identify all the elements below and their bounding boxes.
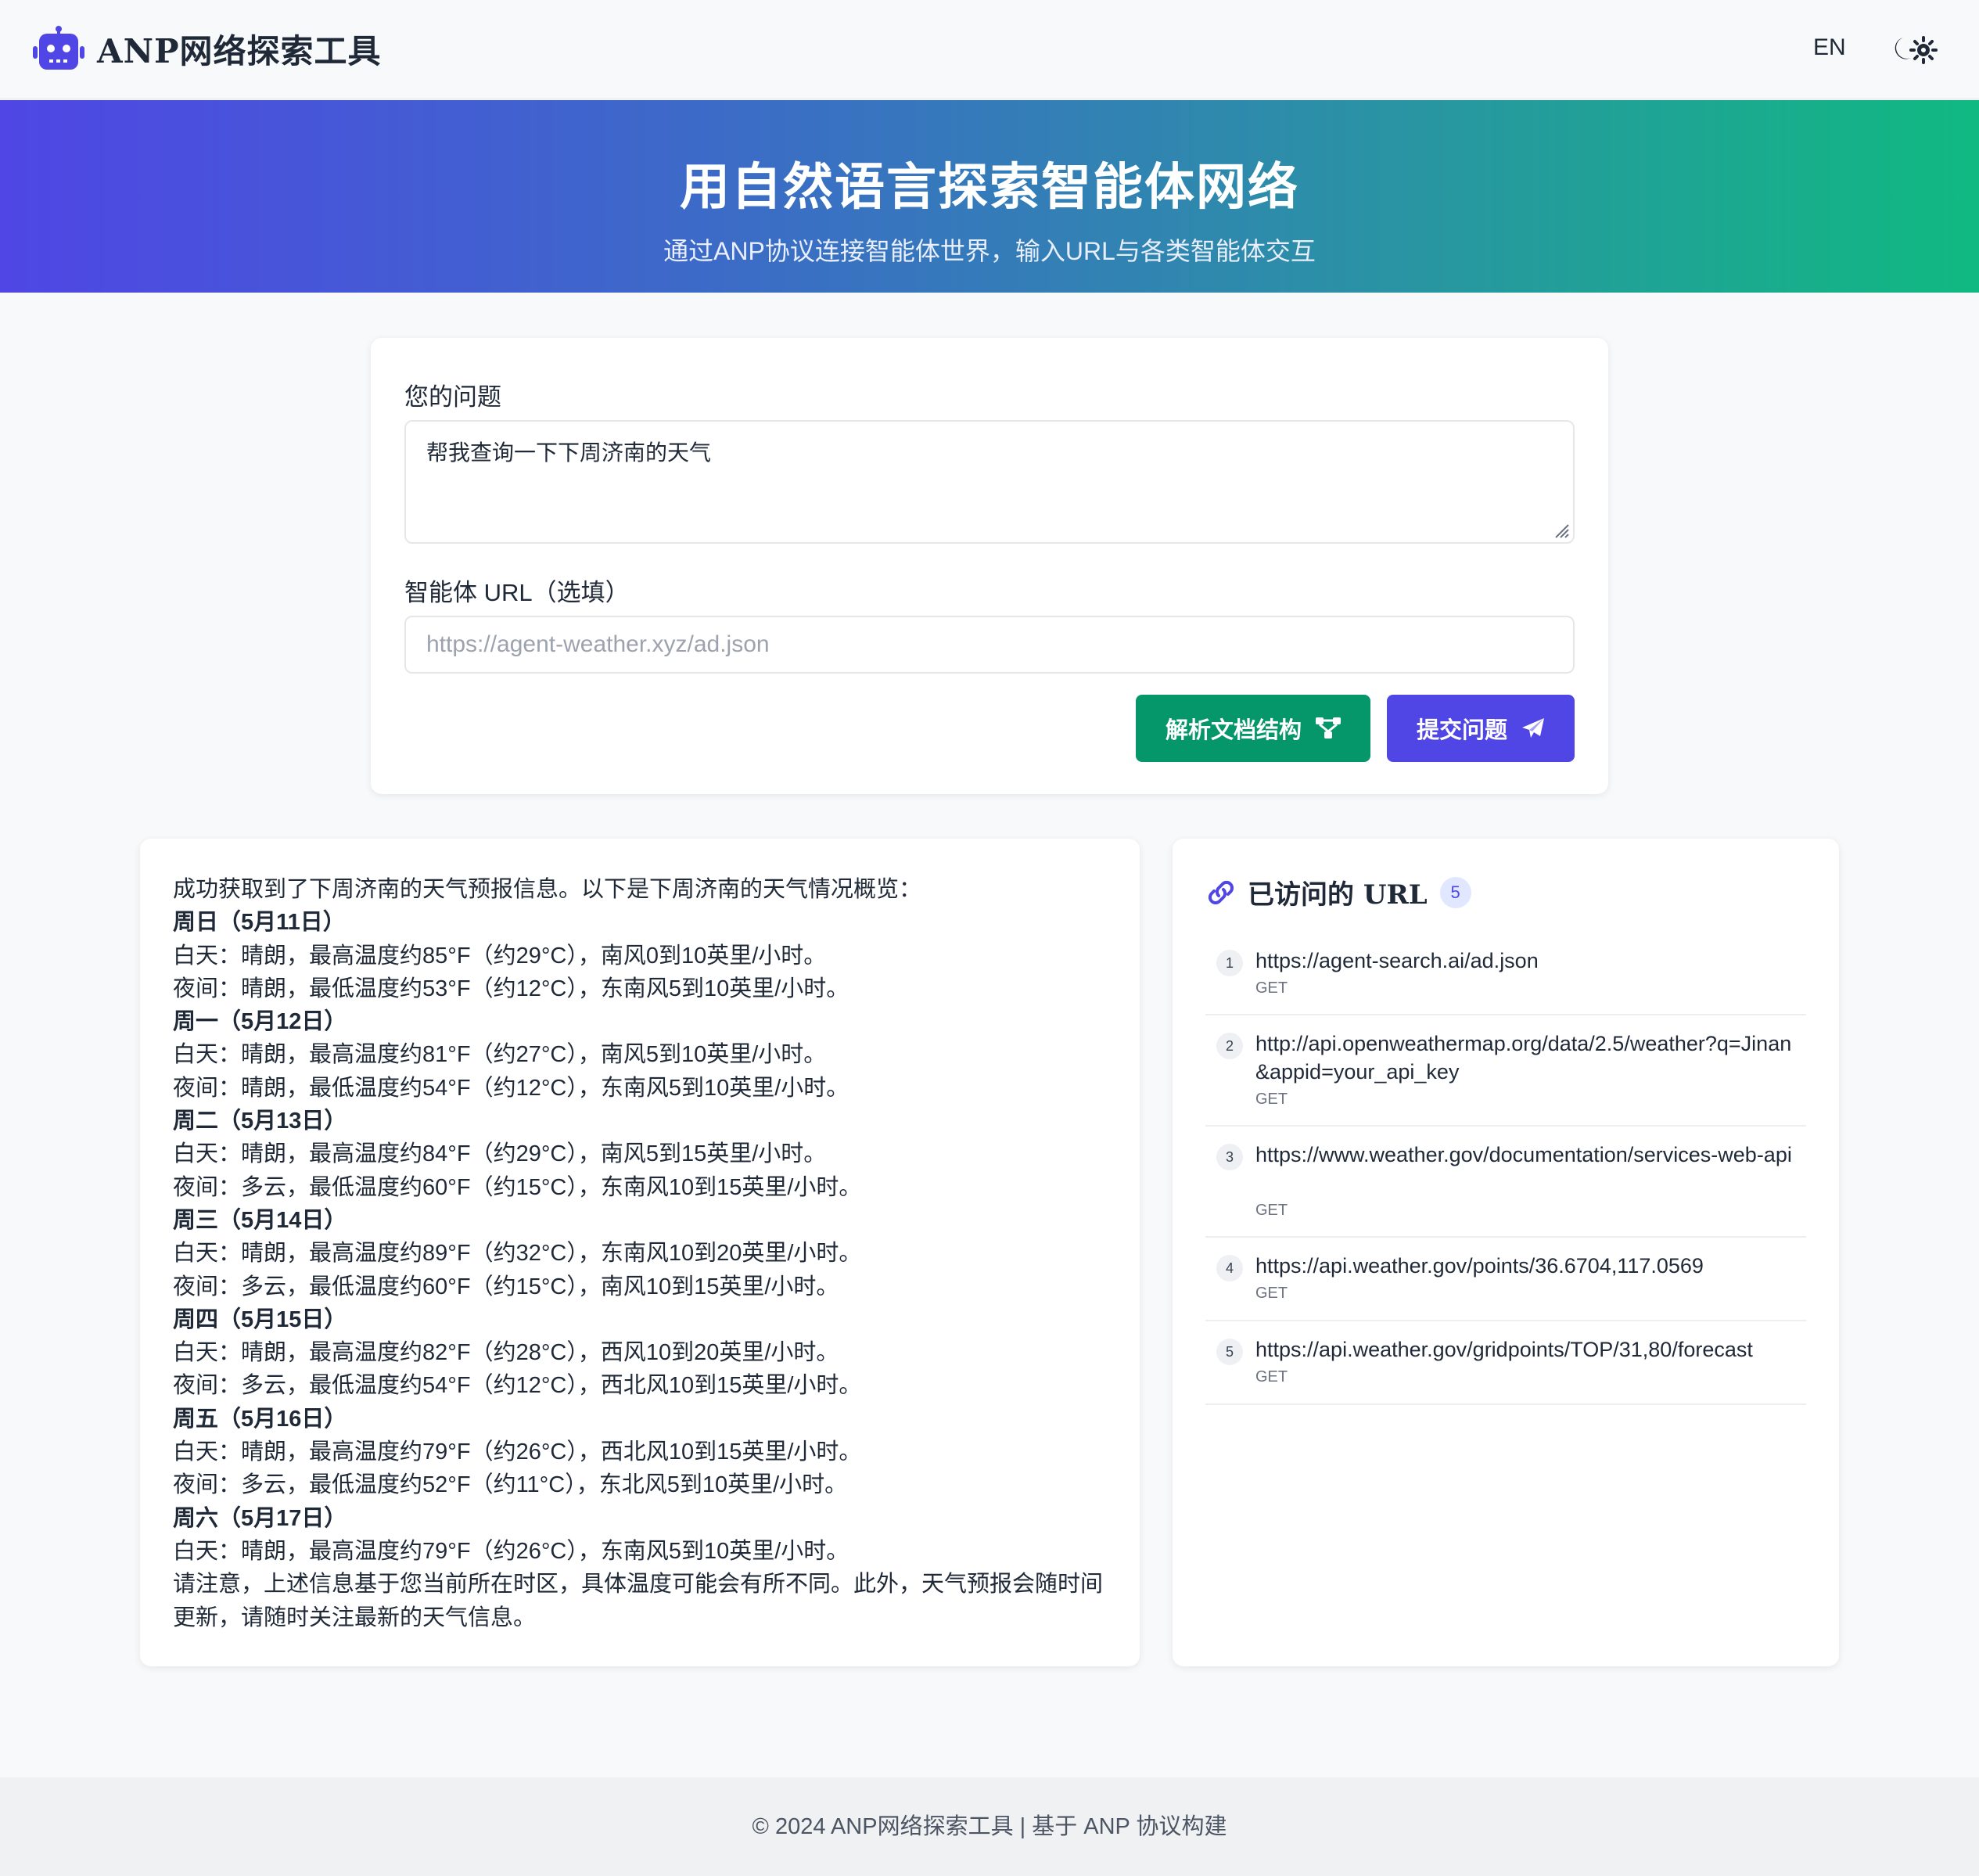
http-method: GET: [1255, 979, 1288, 997]
url-index-badge: 5: [1216, 1339, 1243, 1365]
answer-card: 成功获取到了下周济南的天气预报信息。以下是下周济南的天气情况概览： 周日（5月1…: [140, 839, 1140, 1666]
answer-line: 白天：晴朗，最高温度约85°F（约29°C），南风0到10英里/小时。: [173, 943, 827, 969]
answer-line: 夜间：多云，最低温度约60°F（约15°C），东南风10到15英里/小时。: [173, 1174, 862, 1200]
answer-line: 成功获取到了下周济南的天气预报信息。以下是下周济南的天气情况概览：: [173, 877, 922, 902]
visited-urls-title: 已访问的 URL: [1248, 879, 1428, 911]
visited-url-link[interactable]: http://api.openweathermap.org/data/2.5/w…: [1255, 1030, 1803, 1086]
language-toggle-button[interactable]: EN: [1813, 34, 1846, 61]
visited-urls-count-badge: 5: [1439, 876, 1471, 908]
brand[interactable]: ANP网络探索工具: [31, 25, 382, 73]
http-method: GET: [1255, 1091, 1288, 1108]
question-text: 帮我查询一下下周济南的天气: [426, 440, 712, 465]
hero-title: 用自然语言探索智能体网络: [680, 158, 1299, 217]
theme-toggle-button[interactable]: [1887, 34, 1938, 66]
answer-line: 白天：晴朗，最高温度约79°F（约26°C），西北风10到15英里/小时。: [173, 1439, 862, 1465]
answer-day-heading: 周日（5月11日）: [173, 910, 346, 936]
moon-sun-icon: [1895, 36, 1938, 64]
hero-subtitle: 通过ANP协议连接智能体世界，输入URL与各类智能体交互: [663, 237, 1316, 265]
agent-url-input[interactable]: https://agent-weather.xyz/ad.json: [404, 616, 1575, 674]
url-index-badge: 2: [1216, 1033, 1243, 1059]
answer-line: 白天：晴朗，最高温度约79°F（约26°C），东南风5到10英里/小时。: [173, 1538, 849, 1564]
sitemap-icon: [1316, 717, 1341, 739]
answer-line: 夜间：多云，最低温度约60°F（约15°C），南风10到15英里/小时。: [173, 1274, 839, 1299]
answer-day-heading: 周三（5月14日）: [173, 1207, 347, 1233]
visited-url-item[interactable]: 4 https://api.weather.gov/points/36.6704…: [1205, 1238, 1806, 1321]
answer-line: 白天：晴朗，最高温度约82°F（约28°C），西风10到20英里/小时。: [173, 1340, 839, 1366]
submit-question-button[interactable]: 提交问题: [1387, 695, 1575, 762]
answer-line: 夜间：晴朗，最低温度约54°F（约12°C），东南风5到10英里/小时。: [173, 1075, 849, 1101]
answer-day-heading: 周一（5月12日）: [173, 1009, 347, 1035]
app-title: ANP网络探索工具: [97, 32, 382, 70]
http-method: GET: [1255, 1285, 1288, 1302]
answer-day-heading: 周六（5月17日）: [173, 1505, 347, 1531]
footer: © 2024 ANP网络探索工具 | 基于 ANP 协议构建: [0, 1777, 1979, 1876]
url-index-badge: 1: [1216, 950, 1243, 976]
visited-url-item[interactable]: 5 https://api.weather.gov/gridpoints/TOP…: [1205, 1321, 1806, 1405]
visited-url-item[interactable]: 2 http://api.openweathermap.org/data/2.5…: [1205, 1015, 1806, 1127]
visited-url-item[interactable]: 3 https://www.weather.gov/documentation/…: [1205, 1127, 1806, 1238]
answer-day-heading: 周四（5月15日）: [173, 1306, 347, 1332]
resize-handle-icon[interactable]: [1553, 522, 1570, 539]
url-index-badge: 4: [1216, 1255, 1243, 1281]
answer-line: 白天：晴朗，最高温度约81°F（约27°C），南风5到10英里/小时。: [173, 1042, 827, 1068]
visited-urls-card: 已访问的 URL 5 1 https://agent-search.ai/ad.…: [1173, 839, 1839, 1666]
visited-url-link[interactable]: https://api.weather.gov/points/36.6704,1…: [1255, 1252, 1803, 1280]
query-form-card: 您的问题 帮我查询一下下周济南的天气 智能体 URL（选填） https://a…: [371, 338, 1608, 794]
answer-line: 白天：晴朗，最高温度约84°F（约29°C），南风5到15英里/小时。: [173, 1141, 827, 1167]
submit-button-label: 提交问题: [1416, 718, 1507, 743]
question-textarea[interactable]: 帮我查询一下下周济南的天气: [404, 420, 1575, 544]
answer-line: 夜间：多云，最低温度约54°F（约12°C），西北风10到15英里/小时。: [173, 1373, 862, 1399]
top-navbar: ANP网络探索工具 EN: [0, 0, 1979, 99]
answer-line: 夜间：多云，最低温度约52°F（约11°C），东北风5到10英里/小时。: [173, 1472, 848, 1498]
hero-banner: 用自然语言探索智能体网络 通过ANP协议连接智能体世界，输入URL与各类智能体交…: [0, 100, 1979, 293]
url-index-badge: 3: [1216, 1144, 1243, 1170]
visited-urls-header: 已访问的 URL 5: [1205, 873, 1471, 911]
http-method: GET: [1255, 1368, 1288, 1385]
answer-line: 夜间：晴朗，最低温度约53°F（约12°C），东南风5到10英里/小时。: [173, 976, 849, 1001]
parse-button-label: 解析文档结构: [1165, 718, 1302, 743]
visited-url-link[interactable]: https://www.weather.gov/documentation/se…: [1255, 1141, 1803, 1169]
link-icon: [1208, 880, 1234, 904]
question-label: 您的问题: [404, 383, 501, 411]
answer-line: 白天：晴朗，最高温度约89°F（约32°C），东南风10到20英里/小时。: [173, 1241, 862, 1267]
parse-document-button[interactable]: 解析文档结构: [1136, 695, 1370, 762]
http-method: GET: [1255, 1202, 1288, 1219]
agent-url-placeholder: https://agent-weather.xyz/ad.json: [426, 631, 770, 657]
visited-url-item[interactable]: 1 https://agent-search.ai/ad.json GET: [1205, 939, 1806, 1015]
visited-url-link[interactable]: https://agent-search.ai/ad.json: [1255, 947, 1803, 975]
robot-icon: [33, 25, 84, 70]
answer-day-heading: 周二（5月13日）: [173, 1109, 347, 1134]
agent-url-label: 智能体 URL（选填）: [404, 579, 630, 606]
answer-note: 请注意，上述信息基于您当前所在时区，具体温度可能会有所不同。此外，天气预报会随时…: [173, 1572, 1104, 1630]
paper-plane-icon: [1522, 718, 1544, 738]
visited-url-link[interactable]: https://api.weather.gov/gridpoints/TOP/3…: [1255, 1335, 1803, 1364]
footer-text: © 2024 ANP网络探索工具 | 基于 ANP 协议构建: [752, 1814, 1227, 1839]
answer-day-heading: 周五（5月16日）: [173, 1406, 347, 1432]
